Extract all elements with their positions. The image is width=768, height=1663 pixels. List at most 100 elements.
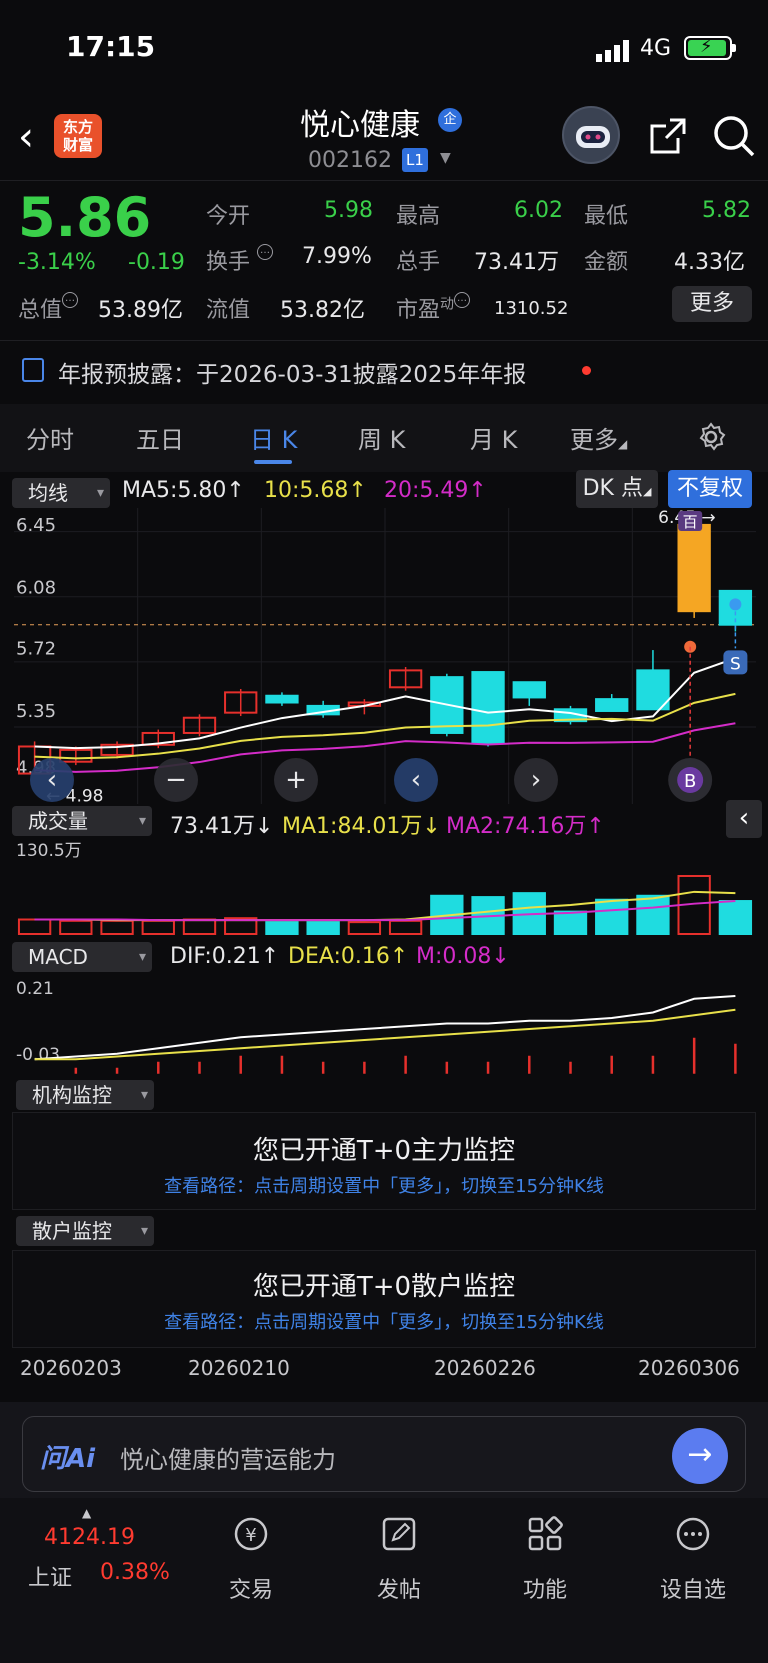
volume-bar (347, 921, 382, 936)
date-tick: 20260210 (188, 1356, 290, 1380)
institution-monitor-hint[interactable]: 查看路径：点击周期设置中「更多」，切换至15分钟K线 (12, 1172, 756, 1198)
change-percent: -3.14% (18, 250, 96, 275)
change-value: -0.19 (128, 250, 185, 275)
high-label: 最高 (396, 204, 441, 229)
chart-control-glyph: ‹ (47, 765, 57, 795)
chart-control-glyph: ‹ (411, 765, 421, 795)
volume-axis-label: 130.5万 (16, 841, 82, 861)
date-tick: 20260306 (638, 1356, 740, 1380)
share-icon[interactable] (648, 116, 688, 156)
stock-code: 002162 (308, 148, 392, 173)
gear-icon[interactable] (696, 422, 726, 452)
nav-post[interactable]: 发帖 (344, 1572, 454, 1604)
s-marker-label: S (730, 654, 741, 674)
retail-monitor-dropdown[interactable]: 散户监控 (16, 1216, 154, 1246)
price-axis-label: 6.08 (16, 577, 56, 598)
low-label: 最低 (584, 204, 629, 229)
ai-question-text[interactable]: 悦心健康的营运能力 (120, 1440, 336, 1475)
tab-five-day[interactable]: 五日 (136, 420, 184, 455)
search-icon[interactable] (712, 114, 756, 158)
turnover-label: 换手 … (206, 244, 274, 276)
nav-functions[interactable]: 功能 (490, 1572, 600, 1604)
level-badge[interactable]: L1 (402, 148, 428, 172)
index-percent[interactable]: 0.38% (100, 1560, 170, 1585)
ai-logo: 问Ai (40, 1444, 96, 1474)
vol-ma2-legend: MA2:74.16万↑ (446, 814, 605, 839)
dk-point-button[interactable]: DK 点◢ (576, 470, 658, 508)
macd-chart[interactable]: 0.21 -0.03 (0, 974, 768, 1074)
b-small-label: 百 (683, 513, 698, 531)
mktcap-label-text: 总值 (18, 298, 63, 323)
mktcap-value: 53.89亿 (98, 298, 183, 323)
more-dots-icon[interactable] (638, 1514, 748, 1563)
open-value: 5.98 (324, 198, 373, 223)
edit-icon[interactable] (344, 1514, 454, 1563)
candle-body (265, 694, 299, 704)
dea-line (34, 1008, 736, 1061)
macd-indicator-dropdown[interactable]: MACD (12, 942, 152, 972)
volume-chart[interactable]: 130.5万 (0, 838, 768, 938)
status-time: 17:15 (66, 30, 156, 63)
annual-report-notice[interactable]: 年报预披露：于2026-03-31披露2025年年报 (58, 355, 526, 389)
chevron-down-icon[interactable]: ▼ (440, 150, 451, 166)
candle-body (677, 523, 711, 613)
battery-icon: ⚡ (684, 36, 736, 60)
more-button[interactable]: 更多 (672, 286, 752, 322)
date-tick: 20260226 (434, 1356, 536, 1380)
robot-avatar-icon[interactable] (562, 106, 620, 164)
price-axis-label: 5.35 (16, 701, 56, 722)
high-value: 6.02 (514, 198, 563, 223)
ma5-legend: MA5:5.80↑ (122, 478, 245, 503)
tab-daily-k[interactable]: 日 K (250, 420, 297, 455)
stock-name: 悦心健康 (300, 108, 420, 143)
volume-value: 73.41万 (474, 250, 559, 275)
candle-body (512, 681, 546, 699)
turnover-value: 7.99% (302, 244, 372, 269)
grid-icon[interactable] (490, 1514, 600, 1563)
tab-intraday[interactable]: 分时 (26, 420, 74, 455)
volume-legend: 73.41万↓ (170, 814, 274, 839)
ma-indicator-dropdown[interactable]: 均线 (12, 478, 110, 508)
tab-weekly-k[interactable]: 周 K (358, 420, 405, 455)
ma20-legend: 20:5.49↑ (384, 478, 487, 503)
volume-label: 总手 (396, 250, 441, 275)
vol-ma2-line (34, 900, 736, 922)
float-label: 流值 (206, 298, 251, 323)
chart-control-glyph: − (165, 765, 187, 795)
arrow-right-icon[interactable]: → (672, 1428, 728, 1484)
pe-value: 1310.52 (494, 298, 569, 319)
dk-label: DK 点 (582, 476, 643, 501)
info-icon[interactable]: … (454, 292, 471, 308)
collapse-panel-icon[interactable]: ‹ (726, 800, 762, 838)
ma10-legend: 10:5.68↑ (264, 478, 367, 503)
nav-trade[interactable]: 交易 (196, 1572, 306, 1604)
volume-bar (388, 919, 423, 935)
back-icon[interactable]: ‹ (18, 114, 34, 160)
date-tick: 20260203 (20, 1356, 122, 1380)
tab-more[interactable]: 更多◢ (570, 420, 627, 455)
institution-monitor-title: 您已开通T+0主力监控 (252, 1136, 516, 1166)
tab-monthly-k[interactable]: 月 K (470, 420, 517, 455)
index-name[interactable]: 上证 (28, 1560, 72, 1592)
volume-bar (595, 898, 629, 935)
pe-label: 市盈动… (396, 292, 471, 324)
price-axis-label: 5.72 (16, 638, 56, 659)
retail-monitor-hint[interactable]: 查看路径：点击周期设置中「更多」，切换至15分钟K线 (12, 1308, 756, 1334)
app-logo: 东方 财富 (54, 114, 102, 158)
no-adjust-button[interactable]: 不复权 (668, 470, 752, 508)
info-icon[interactable]: … (257, 244, 274, 260)
info-icon[interactable]: … (62, 292, 79, 308)
open-label: 今开 (206, 204, 251, 229)
divider (0, 180, 768, 181)
volume-indicator-dropdown[interactable]: 成交量 (12, 806, 152, 836)
nav-add-watchlist[interactable]: 设自选 (638, 1572, 748, 1604)
signal-icon (596, 40, 629, 62)
trade-icon[interactable]: ¥ (196, 1514, 306, 1563)
retail-monitor-title: 您已开通T+0散户监控 (252, 1272, 516, 1302)
unread-dot (582, 366, 591, 375)
caret-icon: ◢ (642, 485, 652, 498)
volume-bar (17, 918, 52, 935)
index-value[interactable]: 4124.19 (44, 1525, 135, 1550)
institution-monitor-dropdown[interactable]: 机构监控 (16, 1080, 154, 1110)
kline-chart[interactable]: 6.456.085.725.354.986.45 →← 4.98S百‹−+‹›B (0, 508, 768, 804)
